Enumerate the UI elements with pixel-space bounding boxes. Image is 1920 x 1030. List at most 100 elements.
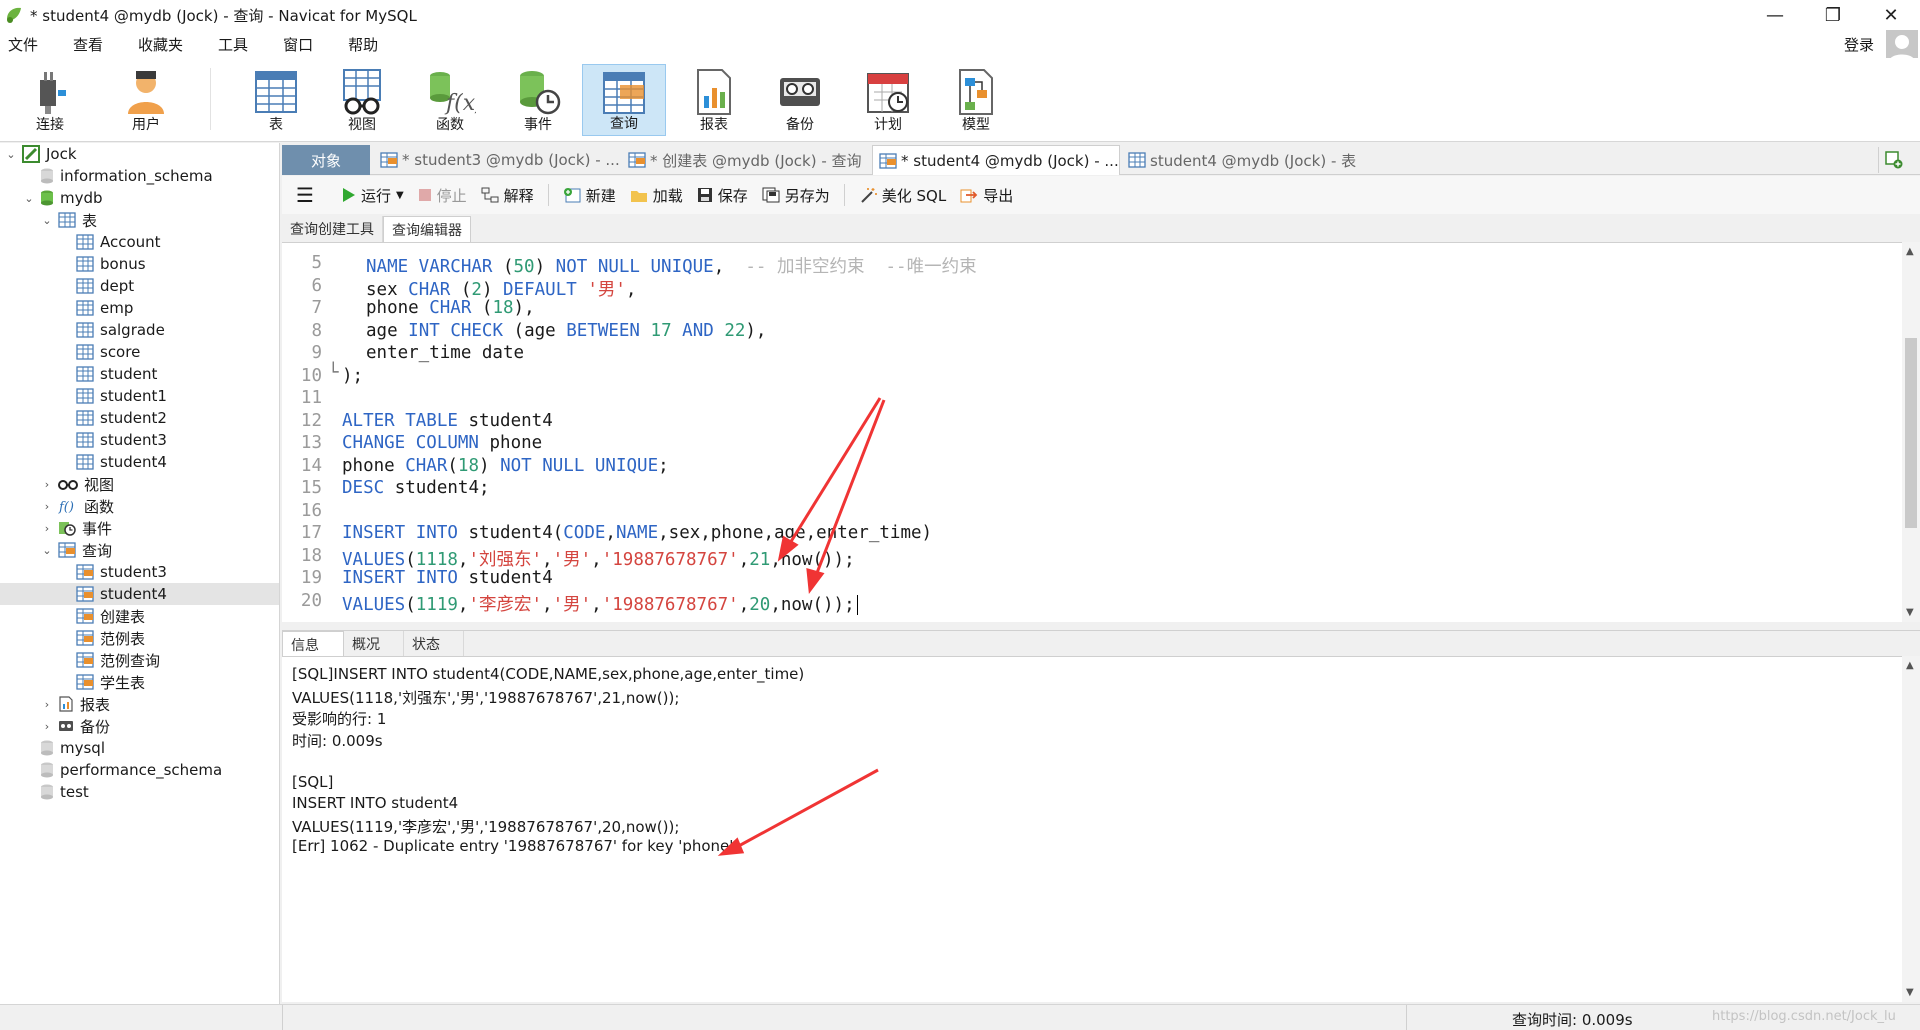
- chevron-right-icon[interactable]: ›: [40, 478, 54, 491]
- scroll-down-icon[interactable]: ▼: [1906, 987, 1914, 998]
- explain-icon: [481, 187, 499, 203]
- scroll-thumb[interactable]: [1905, 338, 1917, 528]
- model-diagram-icon: [959, 69, 993, 115]
- tree-table-bonus[interactable]: bonus: [58, 253, 146, 275]
- tree-db-test[interactable]: test: [22, 781, 89, 803]
- toolbar-user-button[interactable]: 用户: [104, 64, 188, 136]
- close-button[interactable]: ✕: [1862, 0, 1920, 30]
- explain-button[interactable]: 解释: [481, 185, 534, 206]
- results-scrollbar[interactable]: ▲ ▼: [1902, 656, 1920, 1002]
- toolbar-connection-button[interactable]: 连接: [8, 64, 92, 136]
- tree-group-backups[interactable]: › 备份: [40, 715, 110, 737]
- tree-db-performance-schema[interactable]: performance_schema: [22, 759, 222, 781]
- tree-table-student1[interactable]: student1: [58, 385, 167, 407]
- tree-query-student3[interactable]: student3: [58, 561, 167, 583]
- scroll-down-icon[interactable]: ▼: [1906, 607, 1914, 618]
- tree-table-student[interactable]: student: [58, 363, 157, 385]
- scroll-up-icon[interactable]: ▲: [1906, 660, 1914, 671]
- tree-table-account[interactable]: Account: [58, 231, 161, 253]
- toolbar-event-button[interactable]: 事件: [496, 64, 580, 136]
- save-as-button[interactable]: 另存为: [762, 185, 830, 206]
- tree-table-emp[interactable]: emp: [58, 297, 133, 319]
- save-button[interactable]: 保存: [697, 185, 748, 206]
- tree-table-salgrade[interactable]: salgrade: [58, 319, 165, 341]
- tree-query-student-table[interactable]: 学生表: [58, 671, 145, 693]
- table-icon: [1128, 152, 1146, 168]
- beautify-sql-button[interactable]: 美化 SQL: [859, 185, 946, 206]
- tab-query-builder[interactable]: 查询创建工具: [282, 216, 383, 242]
- tab-create-table-query[interactable]: * 创建表 @mydb (Jock) - 查询: [622, 145, 870, 175]
- tab-profile[interactable]: 概况: [344, 631, 404, 657]
- toolbar-function-button[interactable]: f(x) 函数: [408, 64, 492, 136]
- menu-help[interactable]: 帮助: [340, 34, 393, 55]
- tree-group-functions[interactable]: › f() 函数: [40, 495, 114, 517]
- toolbar-model-button[interactable]: 模型: [934, 64, 1018, 136]
- tree-group-queries[interactable]: ⌄ 查询: [40, 539, 112, 561]
- tree-table-student2[interactable]: student2: [58, 407, 167, 429]
- chevron-down-icon[interactable]: ⌄: [22, 192, 36, 205]
- toolbar-query-button[interactable]: 查询: [582, 64, 666, 136]
- menu-tools[interactable]: 工具: [210, 34, 263, 55]
- run-button[interactable]: 运行 ▼: [342, 185, 404, 206]
- stop-button[interactable]: 停止: [418, 185, 467, 206]
- tab-query-editor[interactable]: 查询编辑器: [383, 216, 471, 242]
- tree-table-dept[interactable]: dept: [58, 275, 134, 297]
- backup-tape-icon: [780, 78, 820, 106]
- chevron-right-icon[interactable]: ›: [40, 720, 54, 733]
- mysql-connection-icon: [22, 145, 40, 163]
- chevron-right-icon[interactable]: ›: [40, 500, 54, 513]
- tab-student4-query[interactable]: * student4 @mydb (Jock) - ...: [872, 145, 1120, 175]
- tree-table-student3[interactable]: student3: [58, 429, 167, 451]
- tree-db-mysql[interactable]: mysql: [22, 737, 105, 759]
- menu-hamburger-button[interactable]: ☰: [296, 183, 314, 207]
- minimize-button[interactable]: —: [1746, 0, 1804, 30]
- fold-marker-icon[interactable]: └: [328, 363, 339, 383]
- toolbar-table-button[interactable]: 表: [234, 64, 318, 136]
- chevron-right-icon[interactable]: ›: [40, 522, 54, 535]
- table-icon: [76, 454, 94, 470]
- menu-file[interactable]: 文件: [0, 34, 53, 55]
- export-button[interactable]: 导出: [960, 185, 1013, 206]
- line-number: 5: [311, 253, 322, 273]
- tab-student3-query[interactable]: * student3 @mydb (Jock) - ...: [374, 145, 620, 175]
- menu-window[interactable]: 窗口: [275, 34, 328, 55]
- tab-status[interactable]: 状态: [404, 631, 464, 657]
- chevron-down-icon[interactable]: ⌄: [4, 148, 18, 161]
- chevron-down-icon[interactable]: ⌄: [40, 544, 54, 557]
- new-query-button[interactable]: 新建: [563, 185, 616, 206]
- login-link[interactable]: 登录: [1844, 34, 1874, 55]
- message-line: [SQL]: [292, 772, 334, 791]
- tree-group-views[interactable]: › 视图: [40, 473, 114, 495]
- tree-group-events[interactable]: › 事件: [40, 517, 112, 539]
- toolbar-schedule-button[interactable]: 计划: [846, 64, 930, 136]
- toolbar-backup-button[interactable]: 备份: [758, 64, 842, 136]
- tree-query-create-table[interactable]: 创建表: [58, 605, 145, 627]
- load-button[interactable]: 加载: [630, 185, 683, 206]
- scroll-up-icon[interactable]: ▲: [1906, 246, 1914, 257]
- sql-editor[interactable]: 5 6 7 8 9 10 11 12 13 14 15 16 17 18 19 …: [282, 242, 1902, 622]
- tree-query-example-table[interactable]: 范例表: [58, 627, 145, 649]
- tree-table-student4[interactable]: student4: [58, 451, 167, 473]
- tab-info[interactable]: 信息: [282, 631, 344, 657]
- tree-db-mydb[interactable]: ⌄ mydb: [22, 187, 102, 209]
- toolbar-report-button[interactable]: 报表: [672, 64, 756, 136]
- tab-student4-table[interactable]: student4 @mydb (Jock) - 表: [1122, 145, 1362, 175]
- tree-connection-jock[interactable]: ⌄ Jock: [4, 143, 77, 165]
- tree-query-example-query[interactable]: 范例查询: [58, 649, 160, 671]
- menu-view[interactable]: 查看: [65, 34, 118, 55]
- menu-favorites[interactable]: 收藏夹: [130, 34, 198, 55]
- toolbar-view-button[interactable]: 视图: [320, 64, 404, 136]
- maximize-button[interactable]: ❐: [1804, 0, 1862, 30]
- tree-table-score[interactable]: score: [58, 341, 140, 363]
- tree-group-reports[interactable]: › 报表: [40, 693, 110, 715]
- tree-db-information-schema[interactable]: information_schema: [22, 165, 213, 187]
- chevron-down-icon[interactable]: ⌄: [40, 214, 54, 227]
- tree-group-tables[interactable]: ⌄ 表: [40, 209, 97, 231]
- chevron-right-icon[interactable]: ›: [40, 698, 54, 711]
- tree-query-student4[interactable]: student4: [0, 583, 279, 605]
- editor-scrollbar[interactable]: ▲ ▼: [1902, 242, 1920, 622]
- new-tab-button[interactable]: [1878, 147, 1908, 173]
- query-icon: [76, 564, 94, 580]
- tab-objects[interactable]: 对象: [282, 145, 370, 175]
- chevron-down-icon[interactable]: ▼: [396, 190, 404, 201]
